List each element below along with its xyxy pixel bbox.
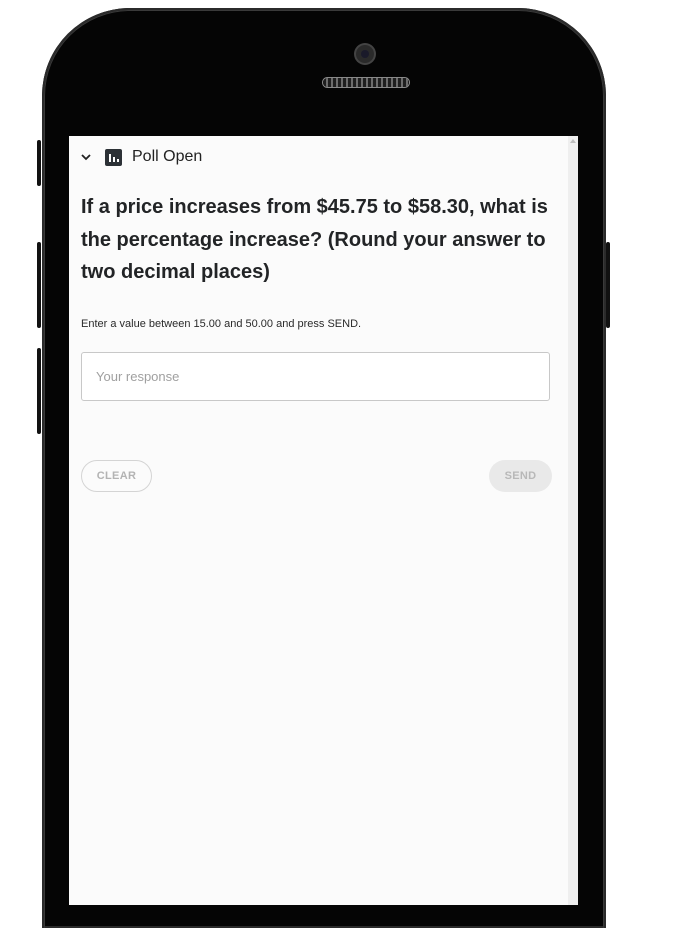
scroll-up-arrow-icon[interactable] — [570, 139, 576, 143]
side-button-power — [606, 242, 610, 328]
chevron-down-icon[interactable] — [79, 150, 93, 164]
scrollbar[interactable] — [568, 136, 578, 905]
response-input[interactable] — [81, 352, 550, 401]
poll-header: Poll Open — [79, 146, 202, 168]
side-button-mute — [37, 140, 41, 186]
clear-button[interactable]: CLEAR — [81, 460, 152, 492]
side-button-volume-down — [37, 348, 41, 434]
front-camera — [356, 45, 374, 63]
poll-instruction: Enter a value between 15.00 and 50.00 an… — [81, 318, 362, 330]
side-button-volume-up — [37, 242, 41, 328]
earpiece-speaker — [323, 78, 409, 87]
poll-question: If a price increases from $45.75 to $58.… — [81, 196, 548, 283]
bar-chart-icon — [105, 148, 122, 166]
send-button[interactable]: SEND — [489, 460, 552, 492]
poll-screen: Poll Open If a price increases from $45.… — [69, 136, 578, 905]
poll-status-label: Poll Open — [132, 148, 203, 165]
